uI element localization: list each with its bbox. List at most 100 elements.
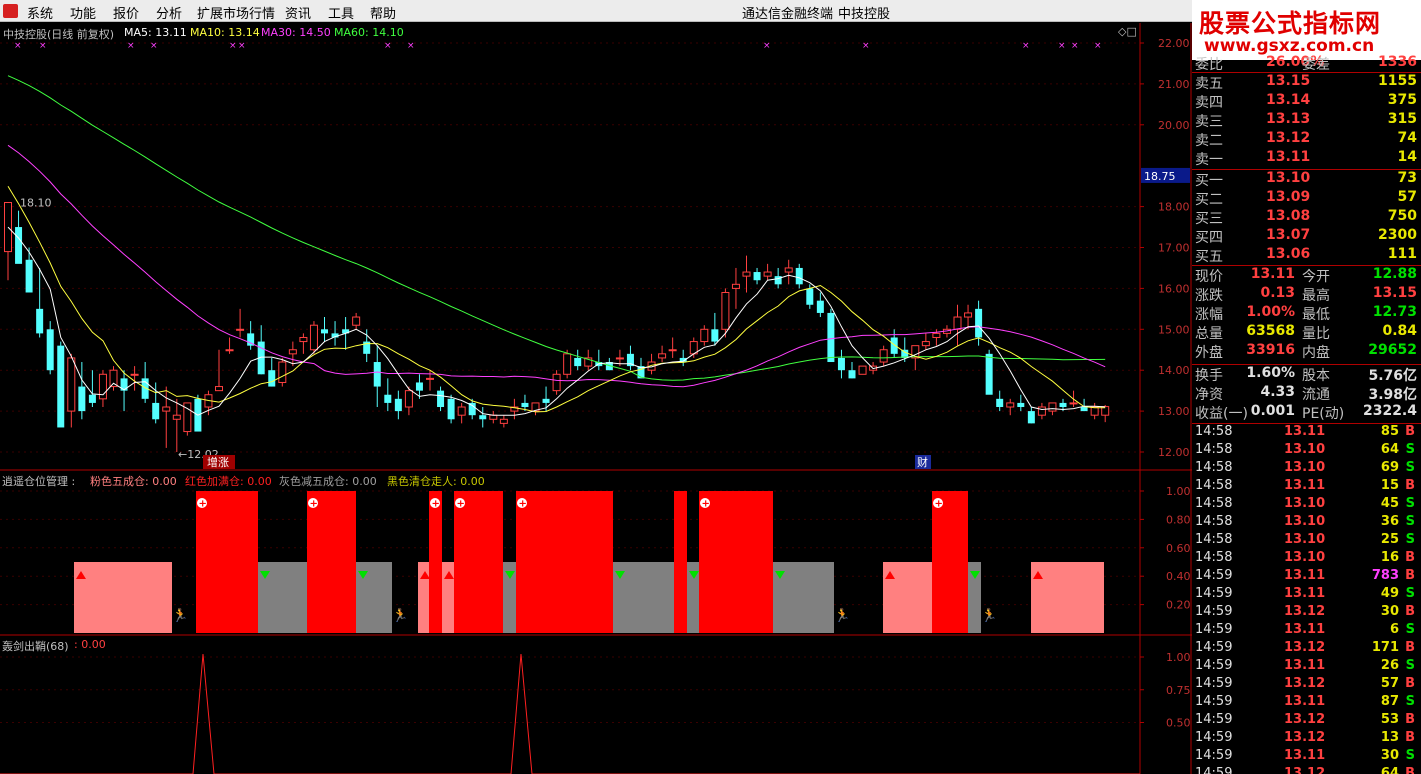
tick-row: 14:58 13.10 45 S [1192, 496, 1417, 514]
stat-label: 外盘 [1195, 345, 1223, 361]
tick-time: 14:59 [1195, 712, 1233, 727]
menu-analysis[interactable]: 分析 [156, 3, 182, 22]
tick-time: 14:58 [1195, 550, 1233, 565]
tick-row: 14:58 13.10 69 S [1192, 460, 1417, 478]
candle-body [437, 390, 445, 408]
stat-value: 2322.4 [1362, 403, 1417, 419]
stat-row: 外盘 33916 内盘 29652 [1192, 342, 1417, 361]
price-tick-label: 22.00 [1158, 37, 1190, 50]
stat-value: 0.13 [1260, 285, 1295, 301]
ma10-label: MA10: 13.14 [190, 26, 260, 39]
stat-label: 涨跌 [1195, 288, 1223, 304]
candle-body [964, 312, 973, 318]
stat-row: 净资 4.33 流通 3.98亿 [1192, 384, 1417, 403]
ask-price: 13.12 [1266, 130, 1311, 146]
tick-volume: 26 [1380, 658, 1399, 673]
stat-row: 现价 13.11 今开 12.88 [1192, 266, 1417, 285]
tick-row: 14:59 13.12 53 B [1192, 712, 1417, 730]
tick-time: 14:58 [1195, 424, 1233, 439]
candle-body [806, 288, 814, 305]
position-block-red [454, 491, 503, 633]
signal-marker-icon: × [384, 41, 392, 51]
chart-canvas[interactable]: + + + + + + + 🏃 🏃 🏃 🏃 22.00 21.00 20.00 18.00 17.00 16.… [0, 23, 1192, 774]
candle-body [700, 328, 709, 343]
menu-help[interactable]: 帮助 [370, 3, 396, 22]
candle-body [1069, 402, 1078, 405]
stat-value: 63568 [1246, 323, 1295, 339]
candle-body [1037, 406, 1046, 416]
candle-body [225, 349, 234, 352]
ask-volume: 375 [1387, 92, 1417, 108]
stat-label: 内盘 [1302, 345, 1330, 361]
plus-icon: + [457, 499, 465, 510]
ma30-label: MA30: 14.50 [261, 26, 331, 39]
tick-row: 14:59 13.11 49 S [1192, 586, 1417, 604]
menu-tools[interactable]: 工具 [328, 3, 354, 22]
candle-body [731, 283, 740, 289]
tick-volume: 57 [1380, 676, 1399, 691]
app-logo-icon[interactable] [3, 4, 18, 18]
exit-runner-icon: 🏃 [172, 608, 188, 624]
stat-label: 最低 [1302, 307, 1330, 323]
tick-side: B [1405, 604, 1415, 619]
candle-body [795, 267, 803, 285]
exit-runner-icon: 🏃 [392, 608, 408, 624]
tick-row: 14:58 13.10 16 B [1192, 550, 1417, 568]
tick-price: 13.11 [1284, 694, 1326, 709]
candle-body [552, 373, 561, 392]
ask-price: 13.13 [1266, 111, 1311, 127]
candle-body [130, 373, 139, 376]
ind1-axis-label: 0.80 [1166, 513, 1191, 526]
indicator1-name: 逍遥仓位管理 : [2, 475, 76, 488]
price-tick-label: 20.00 [1158, 119, 1190, 132]
position-block-pink [1031, 562, 1104, 633]
tick-side: S [1405, 442, 1415, 457]
stat-label: 今开 [1302, 269, 1330, 285]
menu-system[interactable]: 系统 [27, 3, 53, 22]
candle-body [447, 398, 455, 420]
menu-extended-market[interactable]: 扩展市场行情 [197, 3, 275, 22]
tick-side: S [1405, 658, 1415, 673]
stat-label: 收益(一) [1195, 406, 1248, 422]
bid-price: 13.08 [1266, 208, 1311, 224]
tick-time: 14:59 [1195, 568, 1233, 583]
stat-row: 换手 1.60% 股本 5.76亿 [1192, 365, 1417, 384]
candle-body [542, 398, 550, 403]
candle-body [858, 365, 867, 375]
order-diff-label: 委差 [1302, 57, 1330, 73]
tick-price: 13.12 [1284, 712, 1326, 727]
tick-volume: 53 [1380, 712, 1399, 727]
tick-price: 13.10 [1284, 442, 1326, 457]
position-block-red [516, 491, 613, 633]
price-tick-label: 14.00 [1158, 364, 1190, 377]
stat-value: 13.11 [1250, 266, 1295, 282]
position-block-red [674, 491, 687, 633]
menu-quote[interactable]: 报价 [113, 3, 139, 22]
tick-time: 14:58 [1195, 496, 1233, 511]
tick-volume: 171 [1371, 640, 1399, 655]
ask-price: 13.11 [1266, 149, 1311, 165]
candle-body [394, 398, 402, 412]
menu-news[interactable]: 资讯 [285, 3, 311, 22]
ind1-axis-label: 1.00 [1166, 485, 1191, 498]
ask-price: 13.15 [1266, 73, 1311, 89]
tick-row: 14:59 13.11 26 S [1192, 658, 1417, 676]
menu-function[interactable]: 功能 [70, 3, 96, 22]
candle-body [1017, 402, 1025, 408]
stat-value: 5.76亿 [1368, 368, 1417, 384]
high-price-label: 18.10 [20, 197, 52, 210]
stat-label: 总量 [1195, 326, 1223, 342]
tick-volume: 30 [1380, 604, 1399, 619]
indicator2-value: : 0.00 [74, 638, 106, 651]
stat-label: 最高 [1302, 288, 1330, 304]
tick-time: 14:58 [1195, 478, 1233, 493]
tick-volume: 15 [1380, 478, 1399, 493]
candle-body [615, 357, 624, 360]
stat-label: PE(动) [1302, 406, 1345, 422]
window-title: 通达信金融终端 [742, 7, 834, 22]
ma60-label: MA60: 14.10 [334, 26, 404, 39]
tick-time: 14:59 [1195, 676, 1233, 691]
stat-value: 29652 [1368, 342, 1417, 358]
indicator1-legend-red: 红色加满仓: 0.00 [185, 475, 272, 488]
tick-price: 13.10 [1284, 532, 1326, 547]
